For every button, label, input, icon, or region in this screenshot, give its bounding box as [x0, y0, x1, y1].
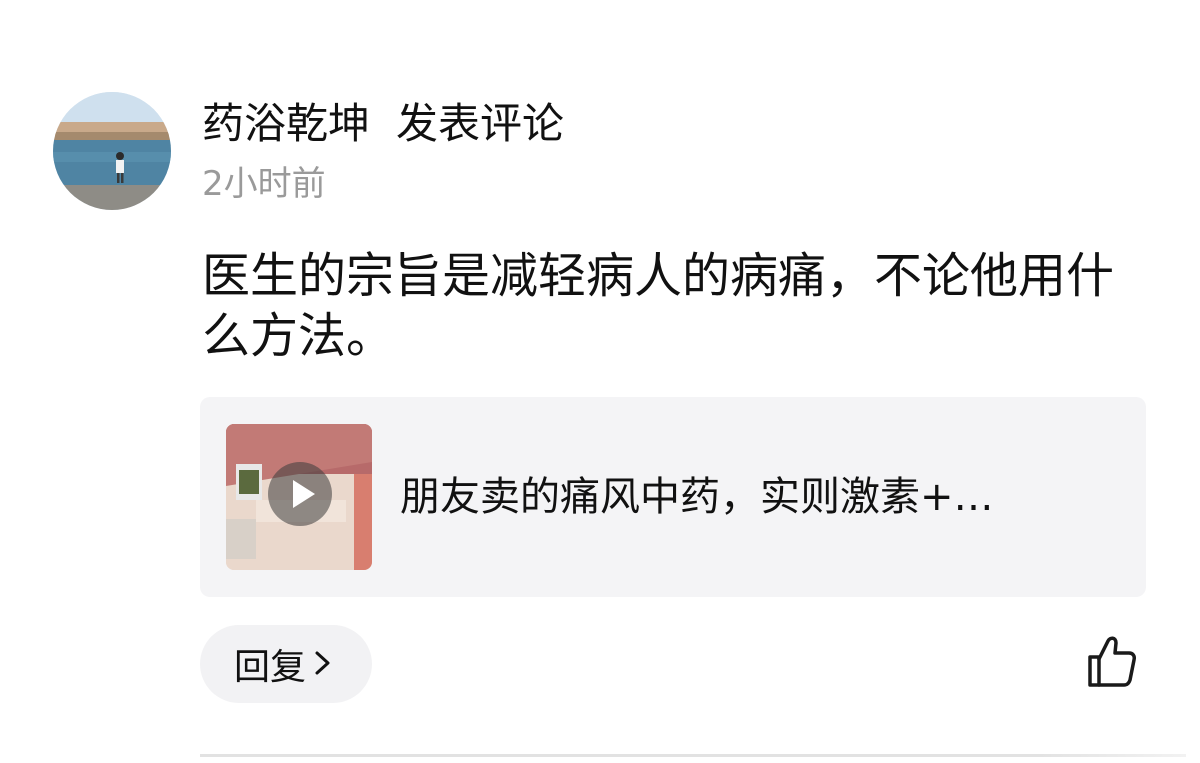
divider [200, 754, 1186, 757]
chevron-right-icon [314, 644, 332, 685]
comment-time: 2小时前 [202, 164, 326, 204]
comment-header: 药浴乾坤 发表评论 [202, 98, 564, 150]
reply-button[interactable]: 回复 [200, 625, 372, 703]
play-icon[interactable] [268, 462, 332, 526]
comment-action: 发表评论 [396, 99, 565, 148]
video-link-card[interactable]: 朋友卖的痛风中药，实则激素+… [200, 397, 1146, 597]
video-thumbnail [226, 424, 372, 570]
author-name[interactable]: 药浴乾坤 [202, 99, 370, 148]
reply-label: 回复 [234, 647, 307, 688]
thumbs-up-icon [1088, 636, 1136, 687]
avatar[interactable] [53, 92, 171, 210]
video-title[interactable]: 朋友卖的痛风中药，实则激素+… [400, 471, 1120, 523]
like-button[interactable] [1086, 633, 1138, 689]
avatar-image [53, 92, 171, 210]
comment-text: 医生的宗旨是减轻病人的病痛，不论他用什么方法。 [202, 248, 1115, 364]
